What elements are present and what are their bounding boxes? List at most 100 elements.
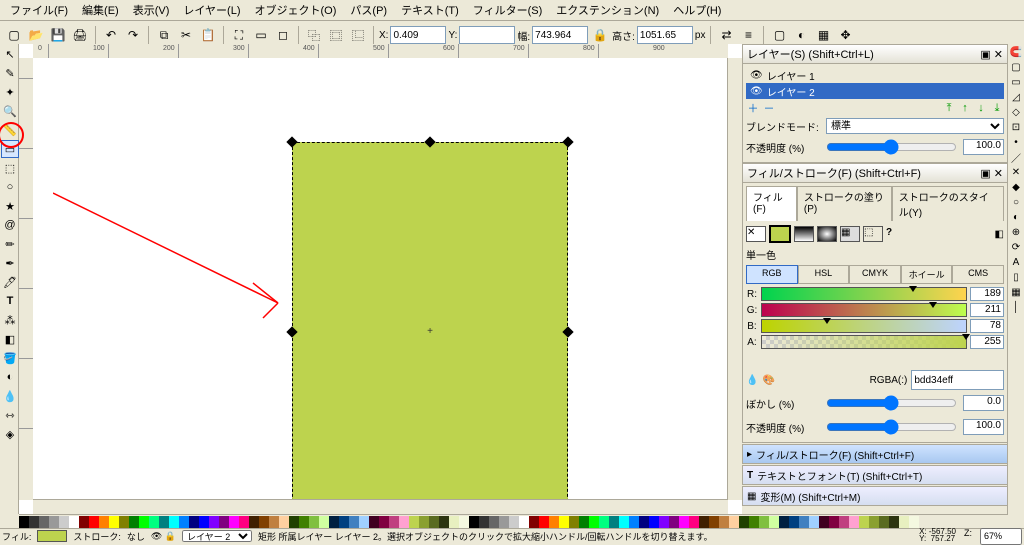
- palette-swatch[interactable]: [89, 516, 99, 528]
- palette-swatch[interactable]: [839, 516, 849, 528]
- palette-swatch[interactable]: [149, 516, 159, 528]
- snap-center-icon[interactable]: ⊡: [1009, 120, 1023, 134]
- palette-swatch[interactable]: [859, 516, 869, 528]
- collapsed-textfont[interactable]: Tテキストとフォント(T) (Shift+Ctrl+T): [742, 465, 1008, 485]
- palette-swatch[interactable]: [689, 516, 699, 528]
- palette-swatch[interactable]: [39, 516, 49, 528]
- h-input[interactable]: [637, 26, 693, 44]
- radial-icon[interactable]: [817, 226, 837, 242]
- palette-swatch[interactable]: [759, 516, 769, 528]
- palette-swatch[interactable]: [659, 516, 669, 528]
- menu-extension[interactable]: エクステンション(N): [550, 1, 665, 19]
- palette-swatch[interactable]: [469, 516, 479, 528]
- tool-dropper-icon[interactable]: 💧: [1, 387, 19, 405]
- a-slider[interactable]: [761, 335, 967, 349]
- palette-swatch[interactable]: [489, 516, 499, 528]
- snap-node-icon[interactable]: •: [1009, 135, 1023, 149]
- menu-layer[interactable]: レイヤー(L): [177, 1, 246, 19]
- colortab-cms[interactable]: CMS: [952, 265, 1004, 284]
- eye-icon[interactable]: 👁: [750, 86, 763, 97]
- tool-lpe-icon[interactable]: ◈: [1, 425, 19, 443]
- menu-file[interactable]: ファイル(F): [4, 1, 74, 19]
- r-value[interactable]: 189: [970, 287, 1004, 301]
- snap-edge-icon[interactable]: ▭: [1009, 75, 1023, 89]
- palette-swatch[interactable]: [229, 516, 239, 528]
- colortab-cmyk[interactable]: CMYK: [849, 265, 901, 284]
- snap-rotation-icon[interactable]: ⟳: [1009, 240, 1023, 254]
- tool-star-icon[interactable]: ★: [1, 197, 19, 215]
- r-slider[interactable]: [761, 287, 967, 301]
- palette-swatch[interactable]: [869, 516, 879, 528]
- swatch-icon[interactable]: ⬚: [863, 226, 883, 242]
- stroke-value[interactable]: なし: [127, 530, 145, 543]
- palette-swatch[interactable]: [19, 516, 29, 528]
- palette-swatch[interactable]: [519, 516, 529, 528]
- palette-swatch[interactable]: [249, 516, 259, 528]
- transform-icon[interactable]: ⇄: [716, 25, 736, 45]
- snap-object-center-icon[interactable]: ⊕: [1009, 225, 1023, 239]
- palette-swatch[interactable]: [639, 516, 649, 528]
- handle-top[interactable]: [424, 136, 435, 147]
- palette-swatch[interactable]: [559, 516, 569, 528]
- snap-midpoint-icon[interactable]: ◐: [1009, 210, 1023, 224]
- palette-swatch[interactable]: [629, 516, 639, 528]
- palette-swatch[interactable]: [569, 516, 579, 528]
- blur-value[interactable]: 0.0: [963, 395, 1004, 411]
- snap-grid-icon[interactable]: ▦: [1009, 285, 1023, 299]
- blend-select[interactable]: 標準: [826, 118, 1004, 134]
- open-icon[interactable]: 📂: [26, 25, 46, 45]
- palette-swatch[interactable]: [389, 516, 399, 528]
- move-icon[interactable]: ✥: [835, 25, 855, 45]
- pick2-icon[interactable]: 🎨: [762, 375, 774, 386]
- pattern-icon[interactable]: ▦: [840, 226, 860, 242]
- palette-swatch[interactable]: [499, 516, 509, 528]
- tool-selector-icon[interactable]: ↖: [1, 45, 19, 63]
- layer-row[interactable]: 👁 レイヤー 1: [746, 67, 1004, 83]
- palette-swatch[interactable]: [309, 516, 319, 528]
- menu-path[interactable]: パス(P): [344, 1, 393, 19]
- add-layer-icon[interactable]: ＋: [746, 101, 760, 115]
- tab-fill[interactable]: フィル(F): [746, 186, 797, 221]
- palette-swatch[interactable]: [109, 516, 119, 528]
- linear-icon[interactable]: [794, 226, 814, 242]
- layer-select[interactable]: レイヤー 2: [182, 530, 252, 542]
- snap-smooth-icon[interactable]: ○: [1009, 195, 1023, 209]
- palette-swatch[interactable]: [99, 516, 109, 528]
- tool-pencil-icon[interactable]: ✏: [1, 235, 19, 253]
- palette-swatch[interactable]: [539, 516, 549, 528]
- menu-filter[interactable]: フィルター(S): [467, 1, 548, 19]
- clone-icon[interactable]: ⿴: [326, 25, 346, 45]
- palette-swatch[interactable]: [459, 516, 469, 528]
- palette-swatch[interactable]: [749, 516, 759, 528]
- palette-swatch[interactable]: [69, 516, 79, 528]
- tool-spray-icon[interactable]: ⁂: [1, 311, 19, 329]
- panel-close-icon[interactable]: ▣ ✕: [980, 167, 1003, 180]
- palette-swatch[interactable]: [679, 516, 689, 528]
- palette-swatch[interactable]: [399, 516, 409, 528]
- colortab-wheel[interactable]: ホイール: [901, 265, 953, 284]
- handle-right[interactable]: [562, 326, 573, 337]
- tool-connector-icon[interactable]: ⇿: [1, 406, 19, 424]
- palette-swatch[interactable]: [319, 516, 329, 528]
- snap-page-icon[interactable]: ▯: [1009, 270, 1023, 284]
- snap-cusp-icon[interactable]: ◆: [1009, 180, 1023, 194]
- palette-swatch[interactable]: [219, 516, 229, 528]
- palette-swatch[interactable]: [599, 516, 609, 528]
- corners-icon[interactable]: ▢: [769, 25, 789, 45]
- palette-swatch[interactable]: [509, 516, 519, 528]
- snap-edge-mid-icon[interactable]: ◇: [1009, 105, 1023, 119]
- palette-swatch[interactable]: [329, 516, 339, 528]
- zoom-page-icon[interactable]: ▭: [251, 25, 271, 45]
- palette-swatch[interactable]: [409, 516, 419, 528]
- palette-swatch[interactable]: [729, 516, 739, 528]
- menu-view[interactable]: 表示(V): [127, 1, 176, 19]
- scrollbar-horizontal[interactable]: [33, 499, 728, 514]
- palette-swatch[interactable]: [79, 516, 89, 528]
- palette-swatch[interactable]: [29, 516, 39, 528]
- tool-calligraphy-icon[interactable]: 🖊: [1, 273, 19, 291]
- raise-icon[interactable]: ↑: [958, 101, 972, 115]
- snap-text-icon[interactable]: A: [1009, 255, 1023, 269]
- palette-swatch[interactable]: [369, 516, 379, 528]
- colortab-hsl[interactable]: HSL: [798, 265, 850, 284]
- handle-top-right[interactable]: [562, 136, 573, 147]
